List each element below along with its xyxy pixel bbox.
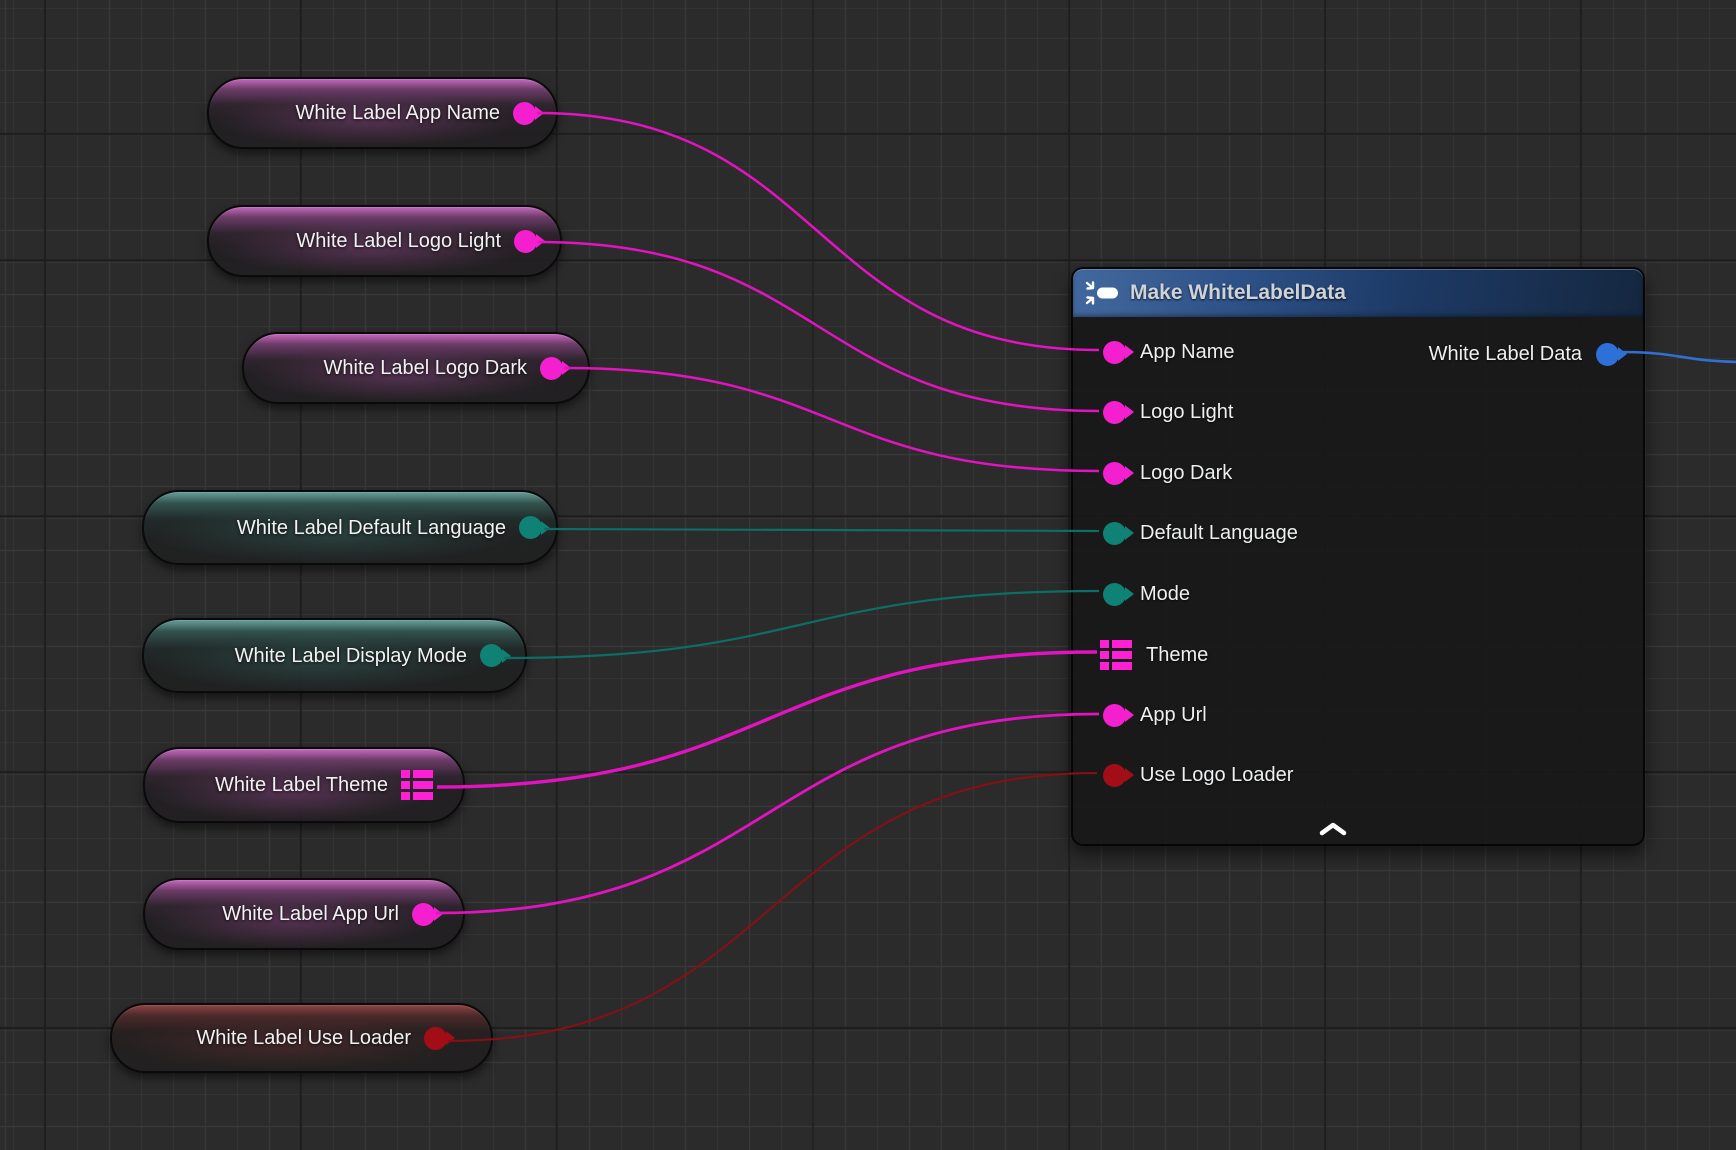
input-row-mode: Mode: [1073, 564, 1190, 624]
node-label: White Label Use Loader: [196, 1028, 411, 1048]
wire-logo-dark[interactable]: [564, 368, 1099, 471]
getter-node-white-label-app-name[interactable]: White Label App Name: [207, 77, 558, 149]
wire-default-language[interactable]: [544, 529, 1099, 531]
enum-output-pin[interactable]: [519, 516, 542, 539]
node-label: White Label Logo Dark: [324, 358, 527, 378]
bool-input-pin[interactable]: [1103, 764, 1126, 787]
string-input-pin[interactable]: [1103, 401, 1126, 424]
pin-label: App Url: [1140, 704, 1207, 727]
string-output-pin[interactable]: [514, 230, 537, 253]
getter-node-white-label-logo-light[interactable]: White Label Logo Light: [207, 205, 562, 277]
struct-input-pin[interactable]: [1100, 640, 1132, 670]
input-row-use-logo-loader: Use Logo Loader: [1073, 745, 1293, 805]
input-row-app-url: App Url: [1073, 685, 1207, 745]
node-label: White Label Logo Light: [296, 231, 501, 251]
enum-input-pin[interactable]: [1103, 522, 1126, 545]
input-row-logo-dark: Logo Dark: [1073, 443, 1232, 503]
getter-node-white-label-app-url[interactable]: White Label App Url: [143, 878, 465, 950]
string-input-pin[interactable]: [1103, 462, 1126, 485]
wire-logo-light[interactable]: [538, 242, 1099, 411]
getter-node-white-label-default-language[interactable]: White Label Default Language: [142, 490, 558, 565]
input-row-theme: Theme: [1073, 625, 1208, 685]
input-row-app-name: App Name: [1073, 322, 1235, 382]
node-title: Make WhiteLabelData: [1130, 281, 1346, 305]
node-label: White Label Theme: [215, 775, 388, 795]
pin-label: Logo Light: [1140, 401, 1233, 424]
wire-use-loader[interactable]: [448, 773, 1097, 1041]
getter-node-white-label-logo-dark[interactable]: White Label Logo Dark: [242, 332, 590, 404]
wire-display-mode[interactable]: [504, 591, 1099, 658]
struct-output-pin[interactable]: [401, 770, 433, 800]
make-whitelabeldata-node[interactable]: Make WhiteLabelData App Name Logo Light …: [1071, 267, 1645, 846]
enum-input-pin[interactable]: [1103, 583, 1126, 606]
node-header[interactable]: Make WhiteLabelData: [1073, 269, 1643, 317]
wire-app-url[interactable]: [436, 714, 1099, 913]
pin-label: Theme: [1146, 644, 1208, 667]
pin-label: Use Logo Loader: [1140, 764, 1293, 787]
output-row-white-label-data: White Label Data: [1429, 324, 1643, 384]
node-label: White Label Display Mode: [235, 646, 467, 666]
getter-node-white-label-display-mode[interactable]: White Label Display Mode: [142, 618, 527, 693]
getter-node-white-label-theme[interactable]: White Label Theme: [143, 747, 465, 823]
node-label: White Label Default Language: [237, 518, 506, 538]
pin-label: Default Language: [1140, 522, 1298, 545]
pin-label: Mode: [1140, 583, 1190, 606]
pin-label: White Label Data: [1429, 343, 1582, 366]
pin-label: Logo Dark: [1140, 462, 1232, 485]
blueprint-graph-canvas[interactable]: White Label App Name White Label Logo Li…: [0, 0, 1736, 1150]
node-label: White Label App Name: [295, 103, 500, 123]
string-input-pin[interactable]: [1103, 704, 1126, 727]
wire-app-name[interactable]: [537, 113, 1099, 350]
getter-node-white-label-use-loader[interactable]: White Label Use Loader: [110, 1003, 493, 1073]
collapse-node-button[interactable]: [1317, 820, 1349, 838]
struct-output-pin[interactable]: [1596, 343, 1619, 366]
string-output-pin[interactable]: [540, 357, 563, 380]
wire-theme[interactable]: [437, 652, 1097, 787]
input-row-logo-light: Logo Light: [1073, 382, 1233, 442]
enum-output-pin[interactable]: [480, 644, 503, 667]
make-struct-icon: [1084, 278, 1120, 308]
input-row-default-language: Default Language: [1073, 503, 1298, 563]
pin-label: App Name: [1140, 341, 1235, 364]
node-label: White Label App Url: [222, 904, 399, 924]
bool-output-pin[interactable]: [424, 1027, 447, 1050]
string-output-pin[interactable]: [412, 903, 435, 926]
string-input-pin[interactable]: [1103, 341, 1126, 364]
chevron-up-icon: [1317, 820, 1349, 838]
string-output-pin[interactable]: [513, 102, 536, 125]
